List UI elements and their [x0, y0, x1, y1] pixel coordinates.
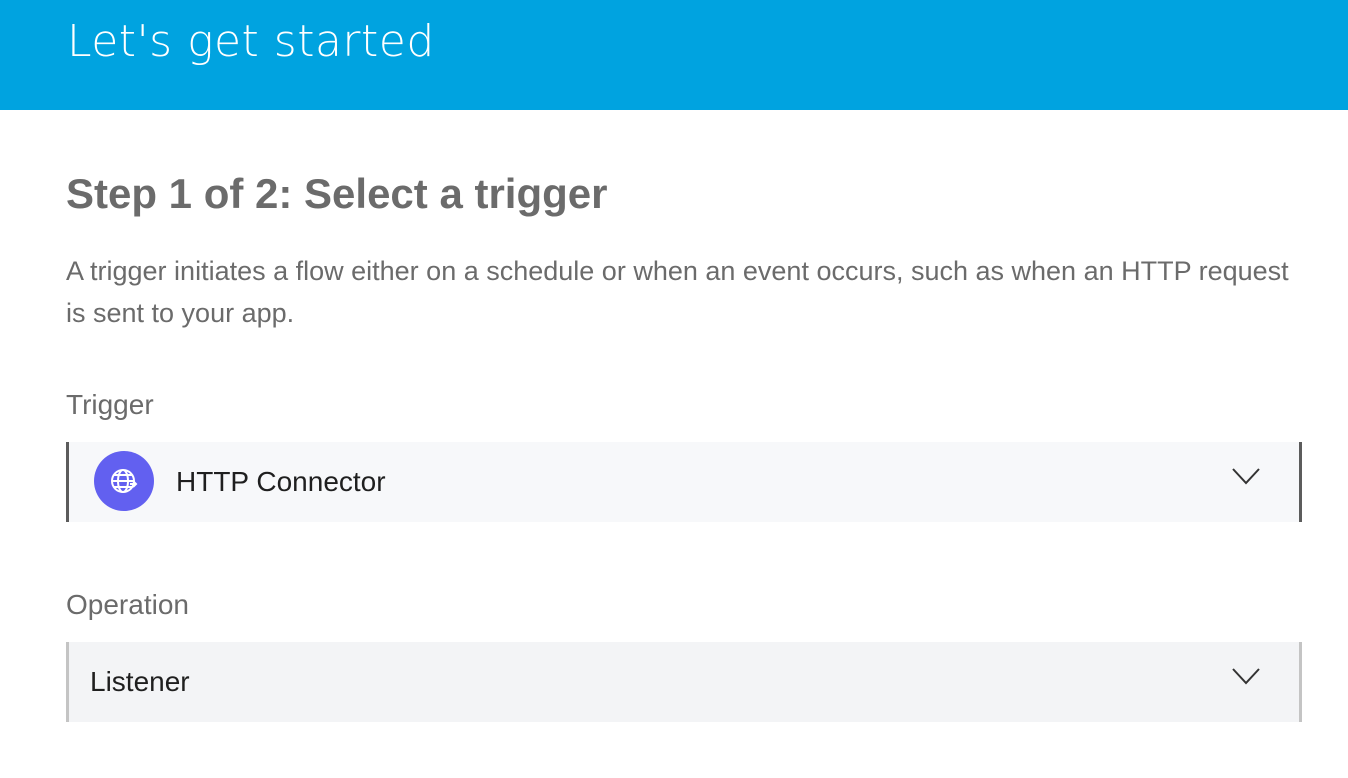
- chevron-down-icon: [1232, 668, 1260, 685]
- header-title: Let's get started: [67, 16, 435, 67]
- trigger-value: HTTP Connector: [176, 466, 386, 497]
- operation-value: Listener: [90, 666, 190, 697]
- operation-label: Operation: [66, 589, 189, 620]
- operation-select[interactable]: Listener: [66, 642, 1302, 722]
- trigger-select[interactable]: HTTP Connector: [66, 442, 1302, 522]
- step-title: Step 1 of 2: Select a trigger: [66, 170, 608, 217]
- globe-icon: [94, 451, 154, 511]
- page-header: Let's get started: [0, 0, 1348, 110]
- step-description: A trigger initiates a flow either on a s…: [66, 256, 1289, 328]
- trigger-label: Trigger: [66, 389, 154, 420]
- chevron-down-icon: [1232, 468, 1260, 485]
